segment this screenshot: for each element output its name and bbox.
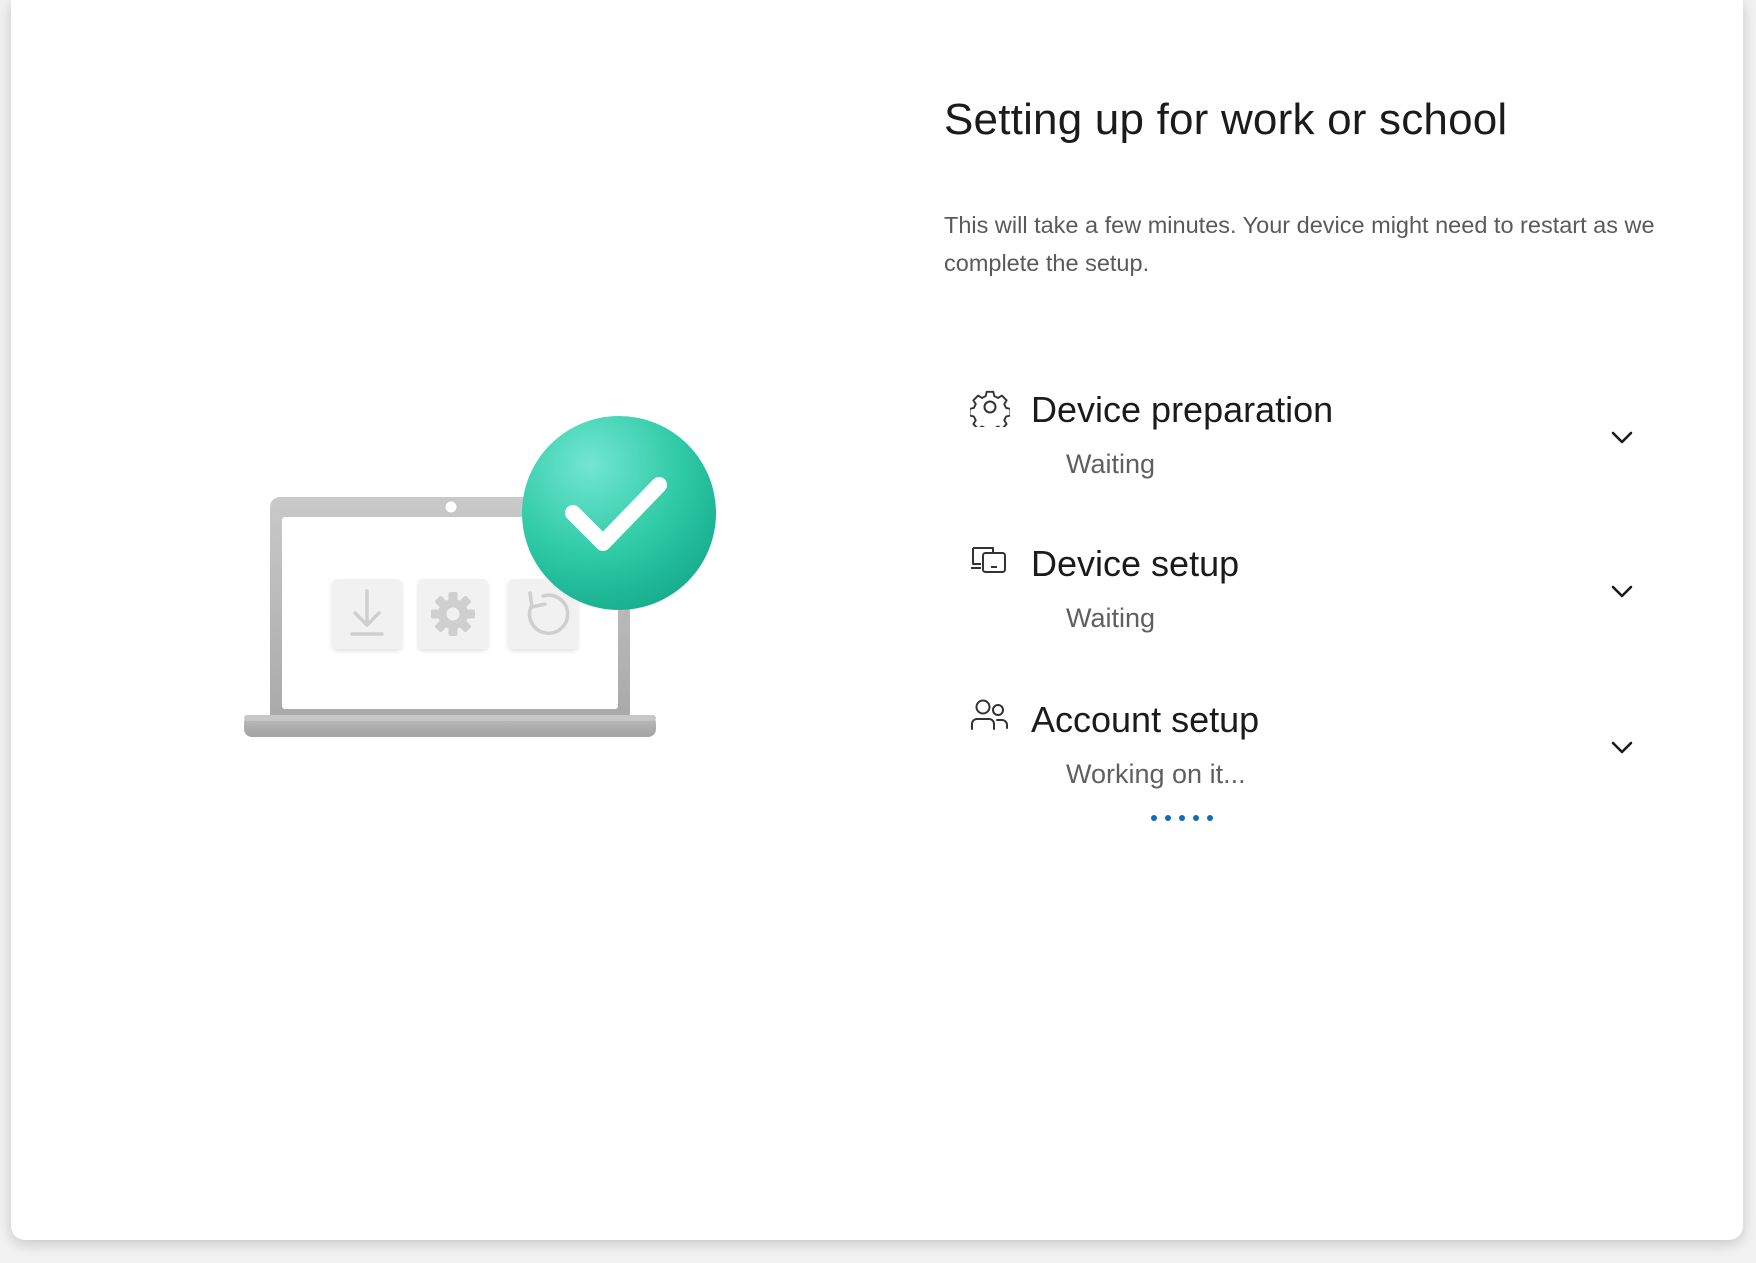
step-label: Device setup: [1031, 543, 1240, 584]
chevron-down-icon[interactable]: [1608, 737, 1636, 757]
step-status: Waiting: [1066, 603, 1156, 633]
chevron-down-icon[interactable]: [1608, 427, 1636, 447]
step-device-setup[interactable]: Device setup Waiting: [944, 541, 1644, 651]
step-label: Device preparation: [1031, 389, 1334, 430]
gear-icon: [970, 390, 1010, 427]
setup-content: Setting up for work or school This will …: [944, 0, 1724, 1240]
chevron-down-icon[interactable]: [1608, 581, 1636, 601]
progress-dots-indicator: [1151, 815, 1213, 821]
page-title: Setting up for work or school: [944, 95, 1508, 144]
gear-tile: [418, 579, 488, 649]
setup-window: Setting up for work or school This will …: [11, 0, 1743, 1240]
step-label: Account setup: [1031, 699, 1260, 740]
step-status: Working on it...: [1066, 759, 1246, 789]
step-device-preparation[interactable]: Device preparation Waiting: [944, 387, 1644, 497]
devices-icon: [971, 547, 1006, 573]
people-icon: [971, 699, 1008, 730]
download-tile: [332, 579, 402, 649]
page-description: This will take a few minutes. Your devic…: [944, 212, 1655, 276]
laptop-check-illustration: [244, 416, 716, 737]
step-account-setup[interactable]: Account setup Working on it...: [944, 697, 1644, 837]
checkmark-badge-icon: [522, 416, 716, 610]
step-status: Waiting: [1066, 449, 1156, 479]
